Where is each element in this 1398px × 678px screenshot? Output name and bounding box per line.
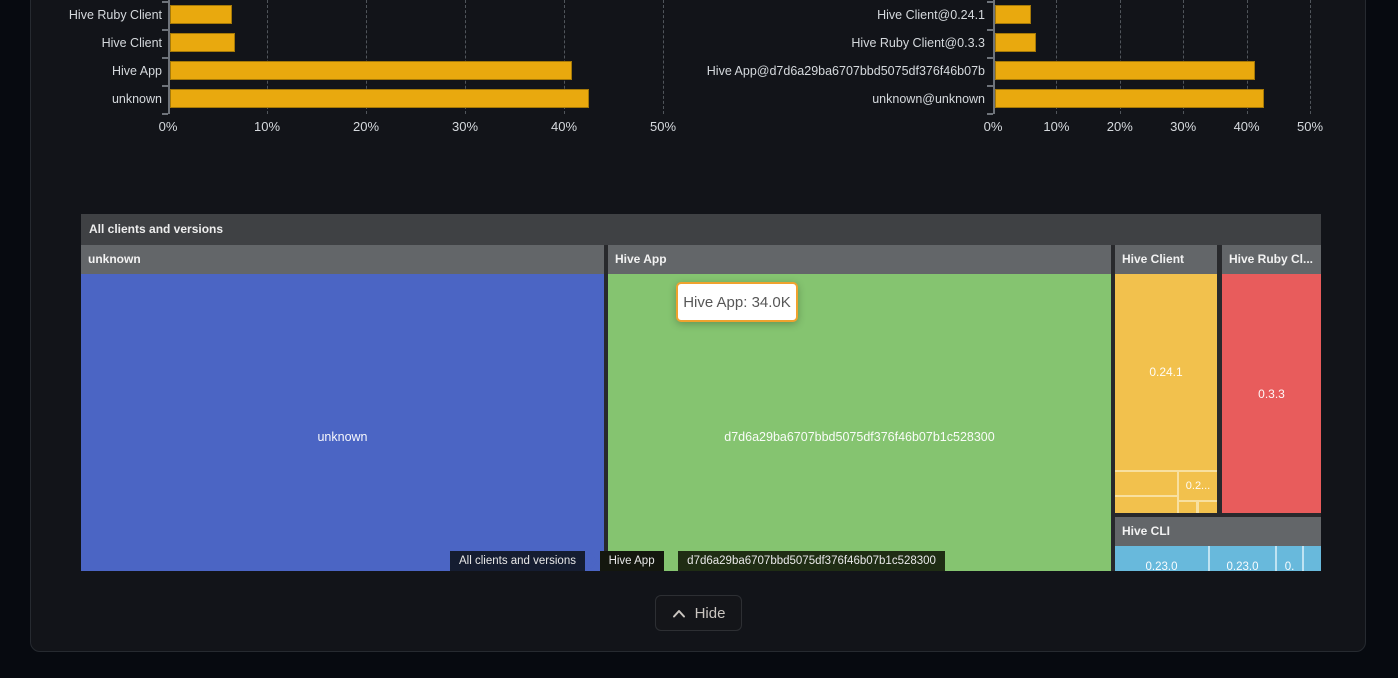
treemap-root-header[interactable]: All clients and versions xyxy=(81,214,1321,245)
axis-tick xyxy=(987,85,993,87)
clients-versions-treemap: All clients and versions unknown unknown… xyxy=(81,214,1321,571)
x-tick-label: 20% xyxy=(336,119,396,134)
x-tick-label: 30% xyxy=(435,119,495,134)
treemap-section-hive-client[interactable]: Hive Client 0.24.1 0.2... xyxy=(1115,245,1217,513)
treemap-cell-0-3-3[interactable]: 0.3.3 xyxy=(1222,274,1321,513)
axis-tick xyxy=(987,113,993,115)
axis-tick xyxy=(162,29,168,31)
x-tick-label: 40% xyxy=(1217,119,1277,134)
treemap-cell-label: d7d6a29ba6707bbd5075df376f46b07b1c528300 xyxy=(608,430,1111,444)
category-label: Hive Client@0.24.1 xyxy=(700,7,985,23)
gridline xyxy=(663,0,664,114)
axis-tick xyxy=(987,57,993,59)
x-tick-label: 40% xyxy=(534,119,594,134)
category-label: Hive App xyxy=(30,63,162,79)
category-label: Hive App@d7d6a29ba6707bbd5075df376f46b07… xyxy=(700,63,985,79)
hide-button[interactable]: Hide xyxy=(655,595,742,631)
client-versions-share-bar-chart: 0%10% 20%30% 40%50% Hive Client@0.24.1 Hive … xyxy=(700,0,1364,140)
treemap-cell-0-24-1[interactable]: 0.24.1 xyxy=(1115,274,1217,470)
category-label: Hive Ruby Client@0.3.3 xyxy=(700,35,985,51)
treemap-cell-small[interactable]: 0. xyxy=(1277,546,1302,571)
breadcrumb-chevron-icon: ❯ xyxy=(585,551,600,571)
bar[interactable] xyxy=(170,33,235,52)
gridline xyxy=(1310,0,1311,114)
tooltip: Hive App: 34.0K xyxy=(676,282,798,322)
bar[interactable] xyxy=(995,61,1255,80)
treemap-cell-small[interactable] xyxy=(1115,472,1177,495)
treemap-cell-label: 0.23.0 xyxy=(1115,561,1208,571)
x-tick-label: 30% xyxy=(1153,119,1213,134)
treemap-cell-small[interactable] xyxy=(1199,502,1217,513)
axis-tick xyxy=(162,1,168,3)
chevron-up-icon xyxy=(672,609,686,618)
treemap-section-header[interactable]: Hive CLI xyxy=(1115,517,1321,546)
treemap-section-header[interactable]: Hive Ruby Cl... xyxy=(1222,245,1321,274)
category-label: Hive Ruby Client xyxy=(30,7,162,23)
treemap-cell-small[interactable] xyxy=(1304,546,1321,571)
treemap-section-unknown[interactable]: unknown unknown xyxy=(81,245,604,571)
breadcrumb: All clients and versions ❯ Hive App ❯ d7… xyxy=(450,551,945,571)
axis-tick xyxy=(987,1,993,3)
x-tick-label: 50% xyxy=(1280,119,1340,134)
breadcrumb-chevron-icon: ❯ xyxy=(664,551,679,571)
treemap-cell-small[interactable] xyxy=(1115,497,1177,513)
bar[interactable] xyxy=(170,5,232,24)
treemap-section-header[interactable]: Hive Client xyxy=(1115,245,1217,274)
treemap-cell-0-2[interactable]: 0.2... xyxy=(1179,472,1217,500)
breadcrumb-item-version[interactable]: d7d6a29ba6707bbd5075df376f46b07b1c528300 xyxy=(678,551,945,571)
treemap-cell-label: 0.23.0 xyxy=(1210,561,1275,571)
hide-button-label: Hide xyxy=(695,605,726,622)
treemap-hive-cli-cells: 0.23.0 0.23.0 0. xyxy=(1115,546,1321,571)
treemap-cell-0-23-0[interactable]: 0.23.0 xyxy=(1210,546,1275,571)
axis-tick xyxy=(162,57,168,59)
category-label: unknown@unknown xyxy=(700,91,985,107)
bar[interactable] xyxy=(170,89,589,108)
x-tick-label: 50% xyxy=(633,119,693,134)
category-label: Hive Client xyxy=(30,35,162,51)
treemap-hive-client-cells: 0.24.1 0.2... xyxy=(1115,274,1217,513)
category-label: unknown xyxy=(30,91,162,107)
bar[interactable] xyxy=(170,61,572,80)
x-tick-label: 10% xyxy=(1026,119,1086,134)
treemap-cell-0-23-0[interactable]: 0.23.0 xyxy=(1115,546,1208,571)
treemap-cell-label: unknown xyxy=(81,430,604,444)
clients-share-bar-chart: 0% 10% 20% 30% 40% 50% Hive Ruby Client Hive Cl… xyxy=(30,0,700,140)
x-tick-label: 20% xyxy=(1090,119,1150,134)
treemap-cell-small[interactable] xyxy=(1179,502,1196,513)
breadcrumb-item-hive-app[interactable]: Hive App xyxy=(600,551,664,571)
bar[interactable] xyxy=(995,89,1264,108)
axis-tick xyxy=(162,113,168,115)
treemap-section-header[interactable]: unknown xyxy=(81,245,604,274)
x-tick-label: 10% xyxy=(237,119,297,134)
treemap-section-hive-ruby-client[interactable]: Hive Ruby Cl... 0.3.3 xyxy=(1222,245,1321,513)
treemap-section-hive-cli[interactable]: Hive CLI 0.23.0 0.23.0 0. xyxy=(1115,517,1321,571)
x-tick-label: 0% xyxy=(963,119,1023,134)
bar[interactable] xyxy=(995,5,1031,24)
page: 0%10%20%30%40%50%Hive Ruby ClientHive Cl… xyxy=(0,0,1398,678)
treemap-cell-label: 0. xyxy=(1277,561,1302,571)
breadcrumb-item-root[interactable]: All clients and versions xyxy=(450,551,585,571)
treemap-cell-unknown[interactable]: unknown xyxy=(81,274,604,571)
x-tick-label: 0% xyxy=(138,119,198,134)
bar[interactable] xyxy=(995,33,1036,52)
axis-tick xyxy=(987,29,993,31)
axis-tick xyxy=(162,85,168,87)
treemap-section-header[interactable]: Hive App xyxy=(608,245,1111,274)
